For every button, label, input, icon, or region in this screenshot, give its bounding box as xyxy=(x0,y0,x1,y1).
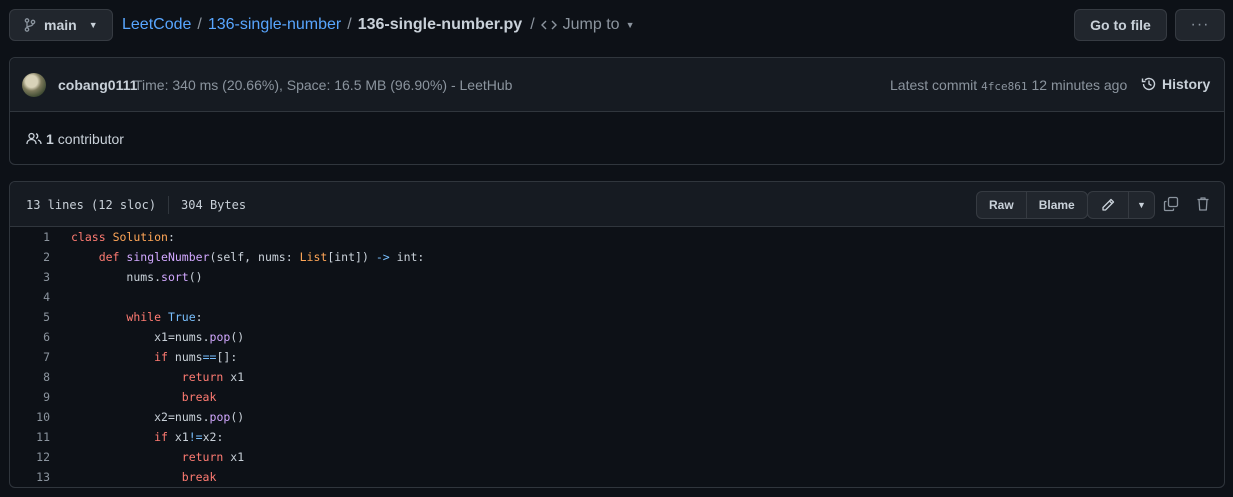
divider xyxy=(168,196,170,214)
branch-selector-button[interactable]: main ▼ xyxy=(9,9,113,41)
code-text: if nums==[]: xyxy=(154,350,238,364)
latest-commit-info: Latest commit 4fce861 12 minutes ago xyxy=(890,77,1127,93)
line-number[interactable]: 2 xyxy=(10,250,50,264)
copy-icon[interactable] xyxy=(1163,196,1179,212)
latest-commit-label: Latest commit xyxy=(890,77,978,93)
line-number[interactable]: 7 xyxy=(10,350,50,364)
code-line: 4 xyxy=(10,287,1224,307)
breadcrumb-folder-link[interactable]: 136-single-number xyxy=(208,16,341,34)
file-line-count: 13 lines (12 sloc) xyxy=(26,198,157,212)
code-text: while True: xyxy=(126,310,203,324)
code-text: def singleNumber(self, nums: List[int]) … xyxy=(98,250,425,264)
trash-icon[interactable] xyxy=(1195,196,1211,212)
contributor-count: 1 xyxy=(46,131,54,147)
line-number[interactable]: 3 xyxy=(10,270,50,284)
code-text: nums.sort() xyxy=(126,270,203,284)
chevron-down-icon: ▼ xyxy=(625,20,635,30)
edit-file-button[interactable] xyxy=(1088,192,1128,218)
file-size: 304 Bytes xyxy=(181,198,247,212)
go-to-file-button[interactable]: Go to file xyxy=(1074,9,1167,41)
code-line: 2 def singleNumber(self, nums: List[int]… xyxy=(10,247,1224,267)
kebab-horizontal-icon: ··· xyxy=(1190,16,1210,33)
file-info: 13 lines (12 sloc) 304 Bytes xyxy=(26,196,246,214)
code-text: return x1 xyxy=(181,450,245,464)
history-link[interactable]: History xyxy=(1141,76,1210,92)
breadcrumb-file-name: 136-single-number.py xyxy=(357,16,523,33)
line-number[interactable]: 11 xyxy=(10,430,50,444)
code-text: break xyxy=(181,470,217,484)
people-icon xyxy=(26,132,42,146)
line-number[interactable]: 10 xyxy=(10,410,50,424)
breadcrumb-separator: / xyxy=(347,16,352,33)
line-number[interactable]: 4 xyxy=(10,290,50,304)
more-options-button[interactable]: ··· xyxy=(1175,9,1225,41)
code-text: return x1 xyxy=(181,370,245,384)
breadcrumb-separator: / xyxy=(197,16,202,33)
code-line: 5 while True: xyxy=(10,307,1224,327)
avatar[interactable] xyxy=(22,73,46,97)
edit-dropdown-button[interactable]: ▼ xyxy=(1128,192,1154,218)
line-number[interactable]: 13 xyxy=(10,470,50,484)
blame-button[interactable]: Blame xyxy=(1025,192,1087,218)
code-text: if x1!=x2: xyxy=(154,430,224,444)
commit-message[interactable]: Time: 340 ms (20.66%), Space: 16.5 MB (9… xyxy=(134,77,512,93)
branch-name: main xyxy=(44,17,77,33)
commit-row: cobang0111 Time: 340 ms (20.66%), Space:… xyxy=(10,58,1224,112)
raw-button[interactable]: Raw xyxy=(977,192,1026,218)
breadcrumb: LeetCode / 136-single-number / 136-singl… xyxy=(122,15,635,35)
code-listing: 1 class Solution: 2 def singleNumber(self,… xyxy=(10,227,1224,487)
code-text: x2=nums.pop() xyxy=(154,410,245,424)
code-line: 1 class Solution: xyxy=(10,227,1224,247)
chevron-down-icon: ▼ xyxy=(88,20,98,30)
edit-group: ▼ xyxy=(1087,191,1155,219)
contributors-row[interactable]: 1 contributor xyxy=(26,131,124,147)
chevron-down-icon: ▼ xyxy=(1137,200,1146,210)
code-brackets-icon xyxy=(540,19,557,31)
code-text: class Solution: xyxy=(71,230,175,244)
line-number[interactable]: 12 xyxy=(10,450,50,464)
code-line: 13 break xyxy=(10,467,1224,487)
line-number[interactable]: 5 xyxy=(10,310,50,324)
code-line: 10 x2=nums.pop() xyxy=(10,407,1224,427)
history-icon xyxy=(1141,76,1157,92)
raw-blame-group: Raw Blame xyxy=(976,191,1088,219)
code-text: x1=nums.pop() xyxy=(154,330,245,344)
code-line: 8 return x1 xyxy=(10,367,1224,387)
history-label: History xyxy=(1162,76,1211,92)
code-line: 11 if x1!=x2: xyxy=(10,427,1224,447)
commit-sha-link[interactable]: 4fce861 xyxy=(981,80,1027,93)
code-text: break xyxy=(181,390,217,404)
line-number[interactable]: 6 xyxy=(10,330,50,344)
file-viewer: 13 lines (12 sloc) 304 Bytes Raw Blame ▼… xyxy=(9,181,1225,488)
code-line: 9 break xyxy=(10,387,1224,407)
file-header: 13 lines (12 sloc) 304 Bytes Raw Blame ▼ xyxy=(10,182,1224,227)
jump-to-label: Jump to xyxy=(562,16,620,33)
code-line: 3 nums.sort() xyxy=(10,267,1224,287)
code-line: 7 if nums==[]: xyxy=(10,347,1224,367)
code-line: 6 x1=nums.pop() xyxy=(10,327,1224,347)
breadcrumb-separator: / xyxy=(530,16,535,33)
commit-author-link[interactable]: cobang0111 xyxy=(58,77,137,93)
code-line: 12 return x1 xyxy=(10,447,1224,467)
pencil-icon xyxy=(1100,197,1116,213)
contributor-label: contributor xyxy=(57,131,124,147)
git-branch-icon xyxy=(24,18,36,32)
line-number[interactable]: 1 xyxy=(10,230,50,244)
jump-to-menu[interactable]: / Jump to ▼ xyxy=(530,16,634,34)
latest-commit-box: cobang0111 Time: 340 ms (20.66%), Space:… xyxy=(9,57,1225,165)
line-number[interactable]: 8 xyxy=(10,370,50,384)
breadcrumb-repo-link[interactable]: LeetCode xyxy=(122,16,191,34)
commit-time: 12 minutes ago xyxy=(1031,77,1128,93)
line-number[interactable]: 9 xyxy=(10,390,50,404)
